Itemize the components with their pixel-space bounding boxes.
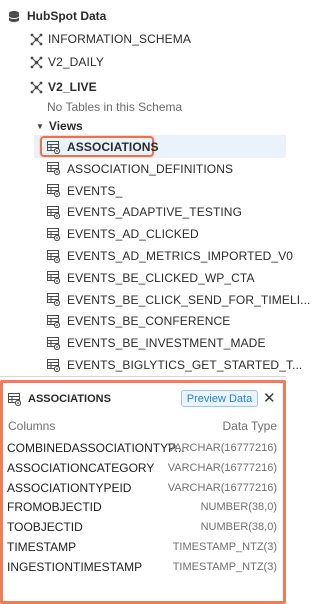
column-type: VARCHAR(16777216) bbox=[167, 461, 277, 474]
views-group[interactable]: ▼ Views bbox=[36, 119, 83, 133]
column-type: VARCHAR(16777216) bbox=[167, 442, 277, 454]
view-label: EVENTS_BE_INVESTMENT_MADE bbox=[67, 336, 266, 351]
view-icon bbox=[47, 249, 61, 263]
view-label: EVENTS_ADAPTIVE_TESTING bbox=[67, 205, 243, 220]
views-label: Views bbox=[48, 119, 83, 133]
close-icon[interactable]: ✕ bbox=[263, 389, 276, 407]
view-icon bbox=[47, 184, 61, 198]
view-label: EVENTS_AD_CLICKED bbox=[67, 227, 199, 242]
details-title: ASSOCIATIONS bbox=[28, 393, 111, 405]
view-label: ASSOCIATIONS bbox=[67, 140, 159, 154]
view-icon bbox=[47, 140, 61, 154]
column-type: NUMBER(38,0) bbox=[200, 501, 277, 514]
view-icon bbox=[47, 162, 61, 176]
view-item[interactable]: EVENTS_BE_CLICKED_WP_CTA bbox=[47, 271, 255, 285]
column-type: TIMESTAMP_NTZ(3) bbox=[172, 560, 277, 573]
database-icon bbox=[7, 9, 21, 23]
view-label: EVENTS_AD_METRICS_IMPORTED_V0 bbox=[67, 249, 294, 263]
column-type: VARCHAR(16777216) bbox=[167, 481, 277, 494]
view-icon bbox=[47, 358, 61, 372]
schema-item-v2-live[interactable]: V2_LIVE bbox=[29, 80, 97, 94]
column-name: FROMOBJECTID bbox=[7, 500, 102, 515]
tree-root[interactable]: HubSpot Data bbox=[7, 9, 106, 23]
view-item[interactable]: ASSOCIATIONS bbox=[47, 140, 159, 154]
schema-label: V2_DAILY bbox=[48, 55, 104, 69]
panel-divider bbox=[0, 376, 286, 377]
view-label: EVENTS_BE_CLICKED_WP_CTA bbox=[67, 270, 255, 285]
view-icon bbox=[47, 271, 61, 285]
view-item[interactable]: EVENTS_BE_CLICK_SEND_FOR_TIMELI... bbox=[47, 293, 310, 307]
view-item[interactable]: EVENTS_BIGLYTICS_GET_STARTED_T... bbox=[47, 358, 302, 372]
view-item[interactable]: EVENTS_AD_METRICS_IMPORTED_V0 bbox=[47, 249, 293, 263]
preview-data-button[interactable]: Preview Data bbox=[181, 390, 258, 407]
column-name: COMBINEDASSOCIATIONTYP... bbox=[7, 441, 185, 455]
view-label: EVENTS_BE_CONFERENCE bbox=[67, 314, 231, 329]
tree-root-label: HubSpot Data bbox=[27, 9, 107, 23]
column-name: TIMESTAMP bbox=[7, 540, 77, 554]
view-label: ASSOCIATION_DEFINITIONS bbox=[67, 161, 234, 176]
view-icon bbox=[8, 392, 22, 406]
schema-label: INFORMATION_SCHEMA bbox=[48, 32, 191, 46]
view-icon bbox=[47, 227, 61, 241]
view-label: EVENTS_BIGLYTICS_GET_STARTED_T... bbox=[67, 358, 303, 372]
view-label: EVENTS_ bbox=[67, 183, 123, 198]
column-name: ASSOCIATIONTYPEID bbox=[7, 480, 132, 495]
column-name: TOOBJECTID bbox=[7, 520, 83, 535]
details-header: ASSOCIATIONS bbox=[8, 392, 111, 406]
column-name: INGESTIONTIMESTAMP bbox=[7, 559, 143, 574]
view-item[interactable]: EVENTS_AD_CLICKED bbox=[47, 227, 199, 241]
caret-down-icon: ▼ bbox=[36, 121, 44, 131]
columns-header: Columns bbox=[8, 419, 56, 433]
schema-label: V2_LIVE bbox=[48, 80, 97, 94]
data-type-header: Data Type bbox=[222, 419, 277, 433]
schema-icon bbox=[29, 80, 43, 94]
column-type: TIMESTAMP_NTZ(3) bbox=[172, 541, 277, 553]
schema-item-information-schema[interactable]: INFORMATION_SCHEMA bbox=[29, 32, 191, 46]
view-item[interactable]: EVENTS_ bbox=[47, 184, 122, 198]
schema-item-v2-daily[interactable]: V2_DAILY bbox=[29, 55, 104, 69]
view-icon bbox=[47, 314, 61, 328]
empty-schema-message: No Tables in this Schema bbox=[47, 100, 183, 114]
view-item[interactable]: EVENTS_ADAPTIVE_TESTING bbox=[47, 205, 242, 219]
column-name: ASSOCIATIONCATEGORY bbox=[7, 460, 155, 475]
view-icon bbox=[47, 293, 61, 307]
view-item[interactable]: ASSOCIATION_DEFINITIONS bbox=[47, 162, 233, 176]
view-label: EVENTS_BE_CLICK_SEND_FOR_TIMELI... bbox=[67, 292, 311, 307]
schema-icon bbox=[29, 55, 43, 69]
view-icon bbox=[47, 336, 61, 350]
schema-icon bbox=[29, 32, 43, 46]
view-item[interactable]: EVENTS_BE_CONFERENCE bbox=[47, 314, 230, 328]
view-item[interactable]: EVENTS_BE_INVESTMENT_MADE bbox=[47, 336, 266, 350]
view-icon bbox=[47, 205, 61, 219]
column-type: NUMBER(38,0) bbox=[200, 521, 277, 534]
